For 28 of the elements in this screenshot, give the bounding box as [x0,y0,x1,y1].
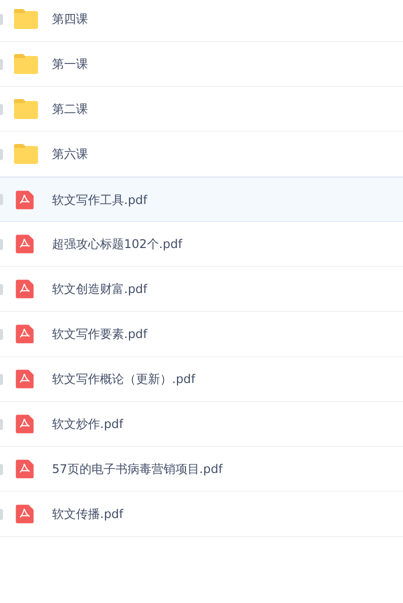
folder-icon [13,8,39,30]
file-name: 第一课 [52,56,88,73]
checkbox[interactable] [0,508,3,520]
file-row[interactable]: 软文写作工具.pdf [0,177,403,222]
checkbox[interactable] [0,284,3,294]
checkbox[interactable] [0,374,3,384]
checkbox[interactable] [0,104,3,114]
checkbox[interactable] [0,464,3,474]
file-name: 软文写作概论（更新）.pdf [52,371,196,388]
folder-icon [13,98,39,120]
folder-icon [13,143,39,165]
checkbox[interactable] [0,238,3,250]
checkbox[interactable] [0,148,3,160]
file-name: 软文传播.pdf [52,506,124,523]
checkbox[interactable] [0,328,3,340]
file-name: 第六课 [52,146,88,163]
file-name: 软文炒作.pdf [52,416,124,433]
file-name: 软文写作工具.pdf [52,192,148,208]
checkbox[interactable] [0,418,3,430]
file-name: 软文写作要素.pdf [52,326,148,343]
file-name: 第二课 [52,101,88,118]
file-name: 第四课 [52,11,88,28]
checkbox[interactable] [0,58,3,70]
checkbox[interactable] [0,14,3,24]
file-name: 超强攻心标题102个.pdf [52,236,182,253]
file-name: 软文创造财富.pdf [52,281,148,298]
file-name: 57页的电子书病毒营销项目.pdf [52,461,223,478]
folder-icon [13,53,39,75]
